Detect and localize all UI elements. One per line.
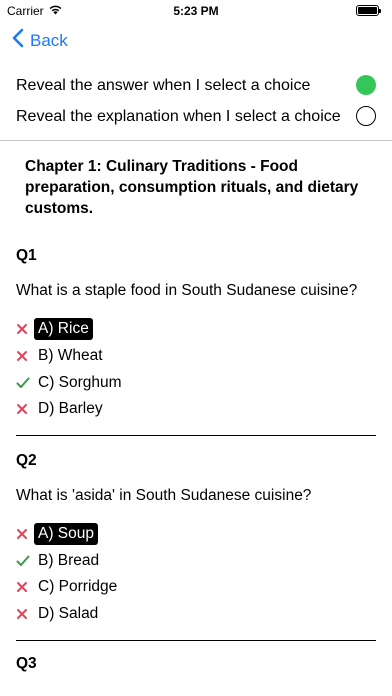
- question-divider: [16, 639, 376, 641]
- status-time: 5:23 PM: [173, 4, 219, 18]
- status-bar: Carrier 5:23 PM: [0, 0, 392, 22]
- question-divider: [16, 434, 376, 436]
- settings-divider: [0, 140, 392, 141]
- choice-label: B) Wheat: [38, 347, 103, 365]
- setting-label: Reveal the explanation when I select a c…: [16, 107, 341, 125]
- battery-icon: [356, 5, 381, 16]
- checkmark-icon: [16, 555, 34, 567]
- x-mark-icon: [16, 323, 34, 335]
- choice-label: C) Sorghum: [38, 373, 122, 391]
- choice-item[interactable]: C) Porridge: [16, 574, 378, 601]
- question-number: Q3: [16, 654, 37, 672]
- checkmark-icon: [16, 377, 34, 389]
- x-mark-icon: [16, 528, 34, 540]
- settings-section: Reveal the answer when I select a choice…: [0, 70, 392, 132]
- question-text: What is 'asida' in South Sudanese cuisin…: [16, 486, 312, 504]
- back-label: Back: [30, 30, 68, 50]
- question-block: Q2 What is 'asida' in South Sudanese cui…: [16, 452, 378, 641]
- reveal-explanation-toggle[interactable]: [356, 106, 376, 126]
- navigation-bar: Back: [0, 26, 392, 56]
- choice-label: D) Salad: [38, 605, 99, 623]
- choice-item[interactable]: A) Rice: [16, 316, 378, 343]
- choice-item[interactable]: D) Barley: [16, 396, 378, 423]
- choice-item[interactable]: D) Salad: [16, 601, 378, 628]
- question-text: What is a staple food in South Sudanese …: [16, 282, 358, 299]
- setting-reveal-explanation[interactable]: Reveal the explanation when I select a c…: [0, 101, 392, 132]
- choice-item[interactable]: B) Bread: [16, 547, 378, 574]
- back-button[interactable]: Back: [12, 28, 68, 53]
- choice-list: A) Soup B) Bread C) Porridge D) Salad: [16, 521, 378, 628]
- choice-list: A) Rice B) Wheat C) Sorghum D) Barley: [16, 316, 378, 423]
- choice-item[interactable]: C) Sorghum: [16, 369, 378, 396]
- x-mark-icon: [16, 403, 34, 415]
- chapter-title: Chapter 1: Culinary Traditions - Food pr…: [25, 158, 359, 217]
- choice-label: B) Bread: [38, 551, 100, 569]
- choice-label: D) Barley: [38, 400, 103, 418]
- choice-item[interactable]: A) Soup: [16, 521, 378, 548]
- question-number: Q2: [16, 451, 37, 469]
- x-mark-icon: [16, 608, 34, 620]
- quiz-content: Chapter 1: Culinary Traditions - Food pr…: [16, 156, 378, 675]
- setting-reveal-answer[interactable]: Reveal the answer when I select a choice: [0, 70, 392, 101]
- question-number: Q1: [16, 247, 37, 264]
- choice-label: A) Rice: [34, 318, 93, 341]
- setting-label: Reveal the answer when I select a choice: [16, 76, 311, 94]
- x-mark-icon: [16, 581, 34, 593]
- reveal-answer-toggle[interactable]: [356, 75, 376, 95]
- chevron-left-icon: [12, 28, 24, 53]
- question-block: Q1 What is a staple food in South Sudane…: [16, 247, 378, 436]
- choice-item[interactable]: B) Wheat: [16, 343, 378, 370]
- question-block: Q3: [16, 655, 378, 675]
- x-mark-icon: [16, 350, 34, 362]
- choice-label: A) Soup: [34, 523, 99, 546]
- choice-label: C) Porridge: [38, 578, 118, 596]
